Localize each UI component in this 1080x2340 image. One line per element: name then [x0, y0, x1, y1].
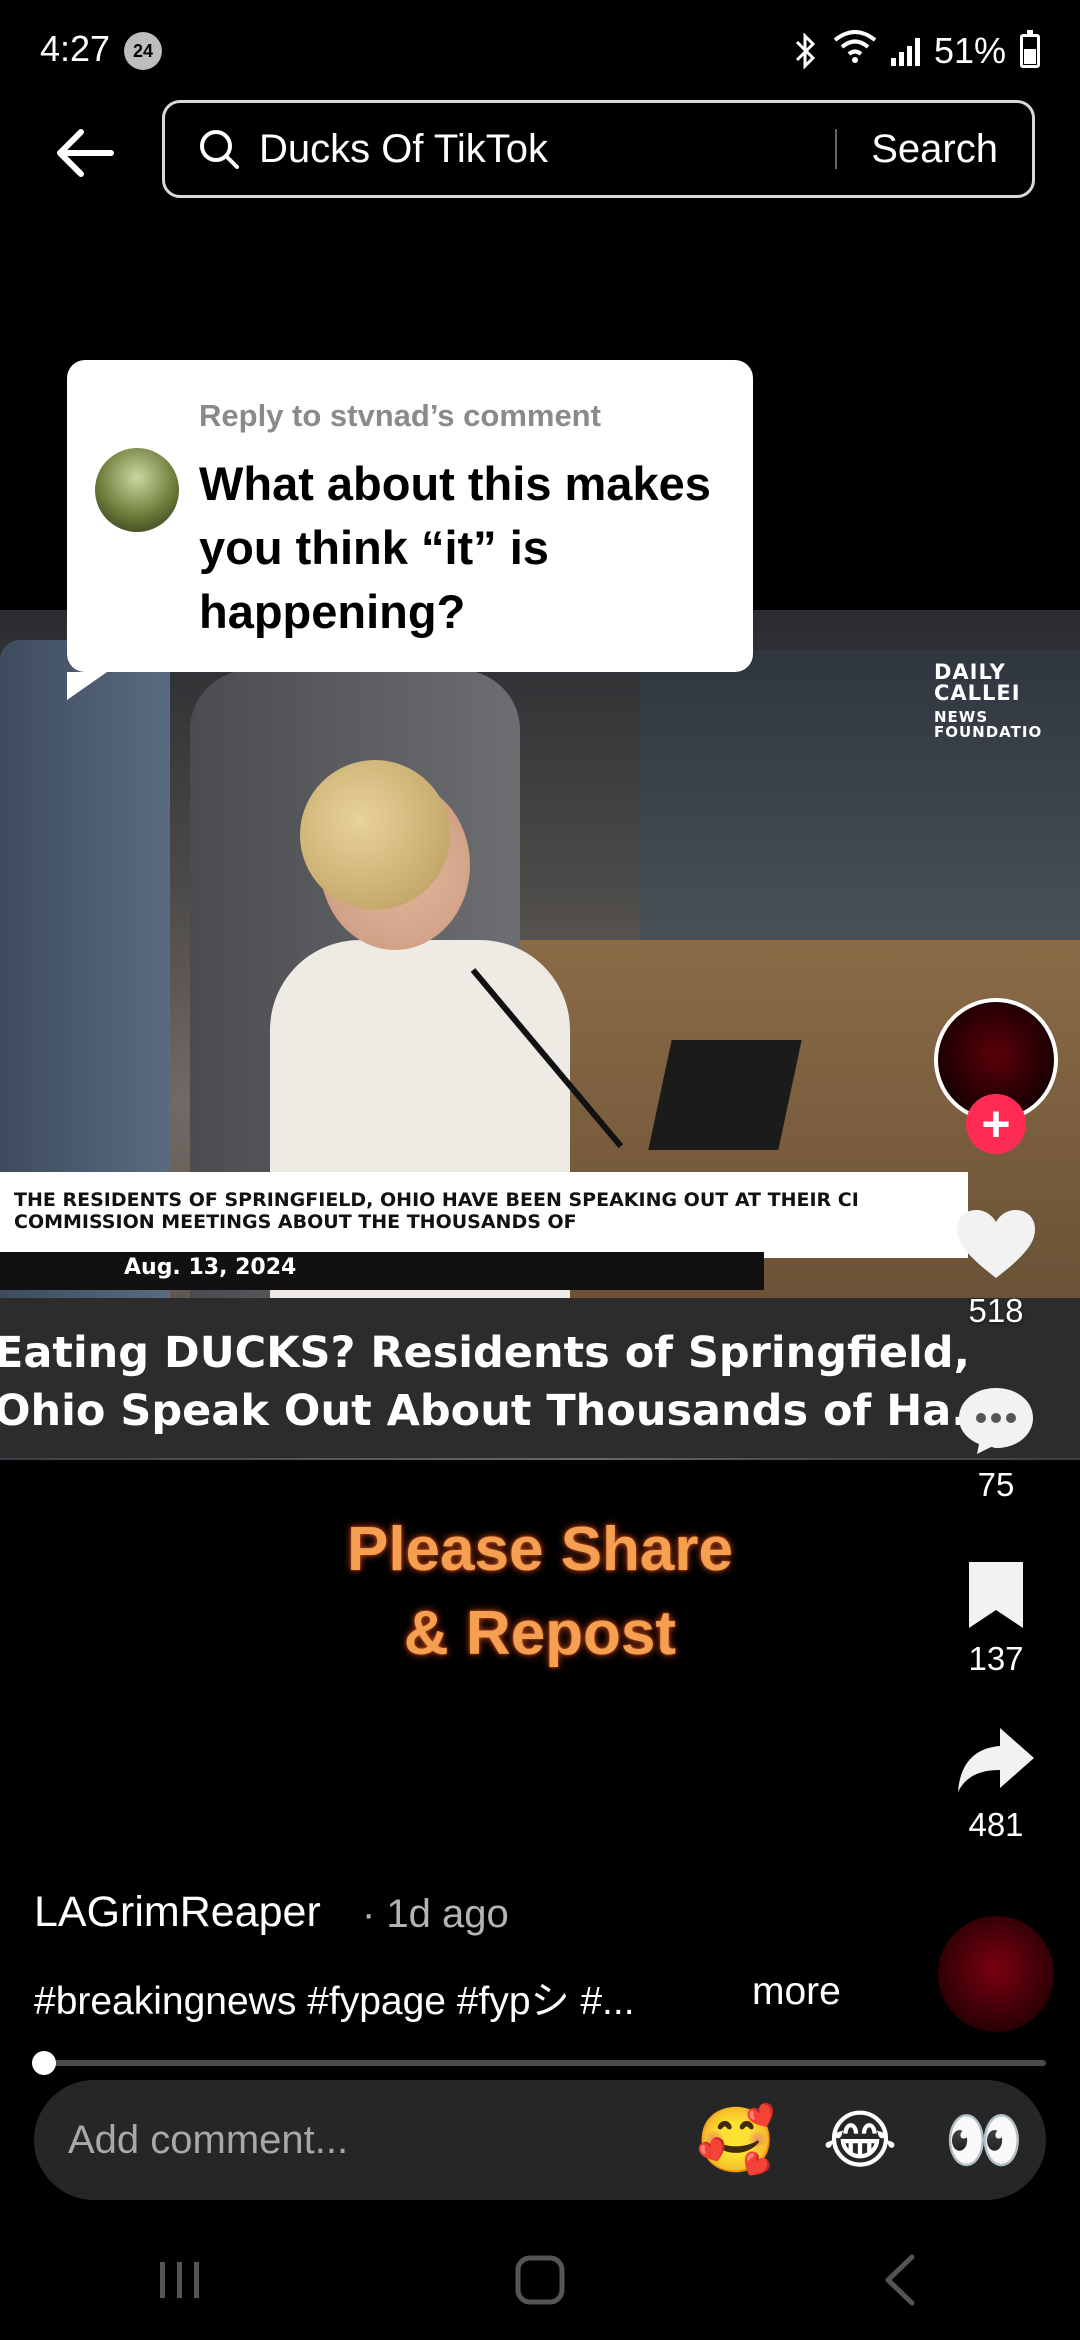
arrow-left-icon: [57, 129, 114, 177]
home-icon: [515, 2255, 565, 2305]
news-date: Aug. 13, 2024: [0, 1252, 764, 1290]
caption-hashtags[interactable]: #breakingnews #fypage #fypシ #...: [34, 1970, 635, 2026]
bluetooth-icon: [791, 31, 819, 71]
system-nav-bar: [0, 2220, 1080, 2340]
back-button[interactable]: [50, 118, 120, 188]
video-podium-monitor: [648, 1040, 802, 1150]
search-icon: [197, 127, 241, 171]
reply-comment-sticker[interactable]: Reply to stvnad’s comment What about thi…: [67, 360, 753, 700]
notification-badge: 24: [124, 32, 162, 70]
follow-button[interactable]: +: [966, 1094, 1026, 1154]
signal-icon: [890, 36, 920, 66]
comment-icon: [959, 1388, 1033, 1454]
promo-text: Please Share & Repost: [0, 1508, 1080, 1676]
emoji-laughing-button[interactable]: 😂: [798, 2090, 922, 2190]
search-box[interactable]: Ducks Of TikTok Search: [162, 100, 1035, 198]
search-button[interactable]: Search: [837, 127, 1032, 172]
comment-bar[interactable]: Add comment... 🥰 😂 👀: [34, 2080, 1046, 2200]
creator-username[interactable]: LAGrimReaper: [34, 1888, 321, 1937]
battery-icon: [1020, 29, 1040, 68]
wifi-icon: [833, 28, 877, 73]
emoji-eyes-button[interactable]: 👀: [922, 2090, 1046, 2190]
news-lower-third: THE RESIDENTS OF SPRINGFIELD, OHIO HAVE …: [0, 1172, 968, 1258]
video-progress-bar[interactable]: [40, 2060, 1046, 2066]
battery-percent: 51%: [933, 29, 1006, 71]
lower-third-line-2: COMMISSION MEETINGS ABOUT THE THOUSANDS …: [14, 1210, 577, 1233]
caption-more-link[interactable]: more: [752, 1970, 841, 2014]
daily-caller-watermark: DAILY CALLEI NEWS FOUNDATIO: [934, 662, 1080, 740]
headline-line-1: Eating DUCKS? Residents of Springfield,: [0, 1328, 970, 1378]
home-button[interactable]: [480, 2230, 600, 2330]
recent-apps-button[interactable]: [120, 2230, 240, 2330]
lower-third-line-1: THE RESIDENTS OF SPRINGFIELD, OHIO HAVE …: [14, 1189, 859, 1211]
reply-comment-text: What about this makes you think “it” is …: [199, 457, 711, 638]
system-back-button[interactable]: [840, 2230, 960, 2330]
video-progress-knob[interactable]: [32, 2051, 56, 2075]
video-headline: Eating DUCKS? Residents of Springfield, …: [0, 1324, 1080, 1440]
status-icons: 51%: [791, 28, 1040, 73]
watermark-line-2: NEWS FOUNDATIO: [934, 708, 1043, 741]
comment-count: 75: [977, 1466, 1015, 1503]
headline-line-2: Ohio Speak Out About Thousands of Ha...: [0, 1386, 1001, 1436]
comment-button[interactable]: 75: [940, 1384, 1052, 1504]
reply-header: Reply to stvnad’s comment: [199, 398, 601, 433]
music-disc[interactable]: [938, 1916, 1054, 2032]
promo-line-2: & Repost: [403, 1599, 677, 1668]
emoji-smiling-hearts-button[interactable]: 🥰: [674, 2090, 798, 2190]
heart-icon: [957, 1210, 1035, 1278]
save-count: 137: [968, 1640, 1024, 1677]
share-button[interactable]: 481: [940, 1724, 1052, 1844]
status-time: 4:27: [40, 28, 111, 69]
like-count: 518: [968, 1292, 1024, 1329]
share-count: 481: [968, 1806, 1024, 1843]
reply-commenter-avatar: [95, 448, 179, 532]
share-arrow-icon: [958, 1728, 1034, 1792]
watermark-line-1: DAILY CALLEI: [934, 660, 1021, 705]
bookmark-icon: [969, 1562, 1023, 1628]
search-input[interactable]: Ducks Of TikTok: [259, 127, 835, 172]
recent-apps-icon: [160, 2262, 199, 2298]
back-icon: [885, 2254, 915, 2306]
save-button[interactable]: 137: [940, 1560, 1052, 1678]
like-button[interactable]: 518: [940, 1208, 1052, 1330]
post-time: · 1d ago: [362, 1892, 509, 1936]
add-comment-input[interactable]: Add comment...: [68, 2118, 674, 2163]
status-bar: 4:27 24 51%: [0, 0, 1080, 100]
promo-line-1: Please Share: [346, 1515, 734, 1584]
video-speaker-hair: [300, 760, 450, 910]
